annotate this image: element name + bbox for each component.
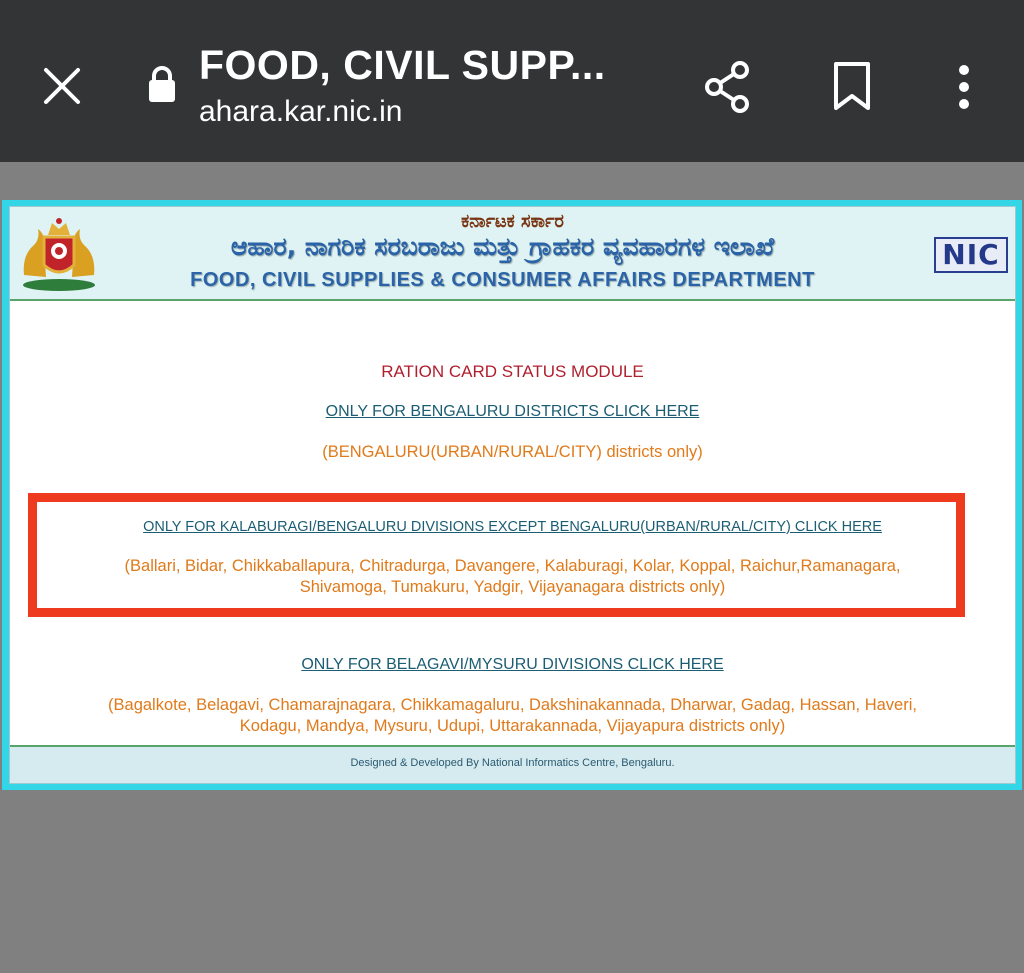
- bengaluru-districts-note-text: (BENGALURU(URBAN/RURAL/CITY) districts o…: [322, 443, 703, 461]
- nic-logo: NIC: [934, 237, 1008, 273]
- belagavi-mysuru-divisions-note: (Bagalkote, Belagavi, Chamarajnagara, Ch…: [10, 695, 1015, 737]
- bengaluru-districts-link[interactable]: ONLY FOR BENGALURU DISTRICTS CLICK HERE: [10, 403, 1015, 421]
- url-text[interactable]: ahara.kar.nic.in: [199, 95, 402, 129]
- share-icon: [705, 61, 749, 113]
- highlight-box: [28, 493, 965, 617]
- share-button[interactable]: [700, 58, 754, 116]
- header-kannada-department: ಆಹಾರ, ನಾಗರಿಕ ಸರಬರಾಜು ಮತ್ತು ಗ್ರಾಹಕರ ವ್ಯವಹ…: [230, 232, 775, 261]
- close-icon: [44, 68, 80, 104]
- web-page-frame: ಕರ್ನಾಟಕ ಸರ್ಕಾರ ಆಹಾರ, ನಾಗರಿಕ ಸರಬರಾಜು ಮತ್ತ…: [2, 200, 1022, 790]
- header-kannada-government: ಕರ್ನಾಟಕ ಸರ್ಕಾರ: [461, 211, 564, 232]
- lock-icon: [146, 64, 178, 104]
- note-line-2: Shivamoga, Tumakuru, Yadgir, Vijayanagar…: [299, 578, 726, 596]
- belagavi-mysuru-divisions-link[interactable]: ONLY FOR BELAGAVI/MYSURU DIVISIONS CLICK…: [10, 656, 1015, 674]
- bookmark-button[interactable]: [830, 60, 874, 112]
- more-vertical-icon: [959, 65, 969, 109]
- bengaluru-districts-note: (BENGALURU(URBAN/RURAL/CITY) districts o…: [10, 442, 1015, 463]
- web-page: ಕರ್ನಾಟಕ ಸರ್ಕಾರ ಆಹಾರ, ನಾಗರಿಕ ಸರಬರಾಜು ಮತ್ತ…: [9, 206, 1016, 784]
- note-line-1: (Ballari, Bidar, Chikkaballapura, Chitra…: [124, 557, 901, 575]
- site-footer: Designed & Developed By National Informa…: [10, 745, 1015, 783]
- header-english-department: FOOD, CIVIL SUPPLIES & CONSUMER AFFAIRS …: [190, 269, 815, 291]
- kalaburagi-bengaluru-divisions-note: (Ballari, Bidar, Chikkaballapura, Chitra…: [10, 556, 1015, 598]
- note-line-2: Kodagu, Mandya, Mysuru, Udupi, Uttarakan…: [239, 717, 786, 735]
- note-line-1: (Bagalkote, Belagavi, Chamarajnagara, Ch…: [108, 696, 917, 714]
- site-header: ಕರ್ನಾಟಕ ಸರ್ಕಾರ ಆಹಾರ, ನಾಗರಿಕ ಸರಬರಾಜು ಮತ್ತ…: [10, 207, 1015, 301]
- page-title: FOOD, CIVIL SUPP...: [199, 42, 606, 88]
- close-button[interactable]: [38, 62, 86, 110]
- kalaburagi-bengaluru-divisions-link[interactable]: ONLY FOR KALABURAGI/BENGALURU DIVISIONS …: [10, 519, 1015, 535]
- browser-toolbar: FOOD, CIVIL SUPP... ahara.kar.nic.in: [0, 0, 1024, 162]
- more-options-button[interactable]: [948, 62, 980, 112]
- bookmark-icon: [834, 62, 870, 110]
- empty-background: [0, 790, 1024, 973]
- module-title: RATION CARD STATUS MODULE: [381, 362, 644, 381]
